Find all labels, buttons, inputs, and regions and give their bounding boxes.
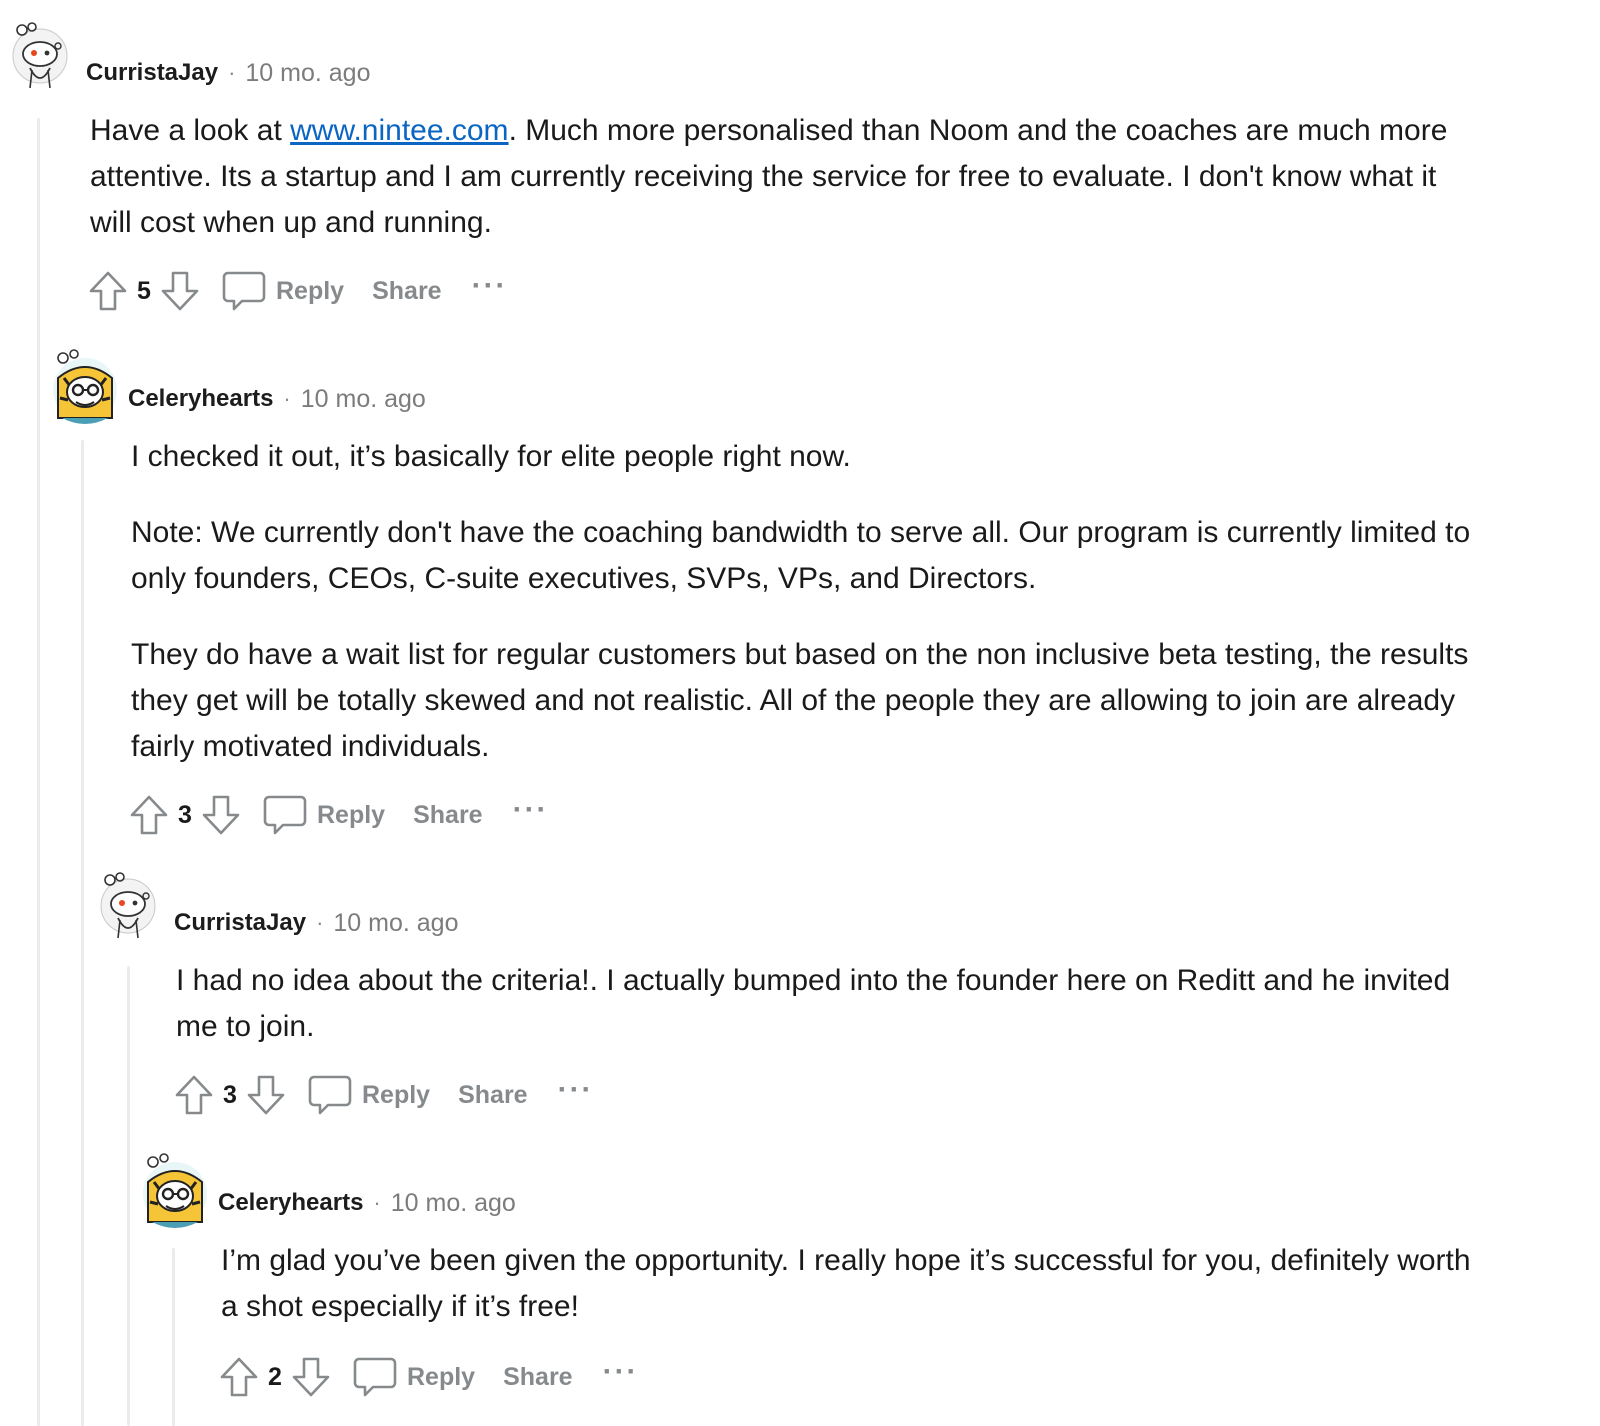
thread-line[interactable] [127,966,130,1426]
comment-body: I’m glad you’ve been given the opportuni… [221,1238,1481,1330]
comment-body: I had no idea about the criteria!. I act… [176,958,1476,1050]
comment-author[interactable]: CurristaJay [174,909,306,937]
comment-bubble-icon [308,1075,352,1115]
share-button[interactable]: Share [458,1081,527,1110]
downvote-icon[interactable] [289,1355,333,1399]
reddit-snoo-avatar-icon[interactable] [8,22,80,102]
comment-author[interactable]: Celeryhearts [218,1189,363,1217]
comment-paragraph: Note: We currently don't have the coachi… [131,516,1471,595]
vote-score: 3 [178,800,192,829]
upvote-icon[interactable] [172,1073,216,1117]
comment-actions: 5 Reply Share ··· [86,266,508,316]
reply-label: Reply [407,1362,476,1391]
comment-header: CurristaJay · 10 mo. ago [8,22,371,102]
comment-bubble-icon [353,1357,397,1397]
vote-score: 5 [137,276,151,305]
comment-timestamp[interactable]: 10 mo. ago [245,59,370,88]
reply-label: Reply [362,1080,431,1109]
comment-header: Celeryhearts · 10 mo. ago [140,1152,516,1232]
upvote-icon[interactable] [127,793,171,837]
more-options-icon[interactable]: ··· [472,271,508,301]
comment-bubble-icon [263,795,307,835]
reply-button[interactable]: Reply [222,270,344,312]
share-button[interactable]: Share [372,277,441,306]
comment-body: Have a look at www.nintee.com. Much more… [90,108,1470,246]
comment-paragraph: I checked it out, it’s basically for eli… [131,440,851,473]
comment-bubble-icon [222,271,266,311]
meta-separator: · [316,910,324,935]
comment-text: Have a look at [90,114,291,147]
comment-author[interactable]: CurristaJay [86,59,218,87]
external-link[interactable]: www.nintee.com [290,114,508,147]
comment-header: CurristaJay · 10 mo. ago [96,872,459,952]
reply-button[interactable]: Reply [308,1074,430,1116]
thread-line[interactable] [81,440,84,1426]
comment-actions: 2 Reply Share ··· [217,1352,639,1402]
comment-actions: 3 Reply Share ··· [172,1070,594,1120]
comment-paragraph: I had no idea about the criteria!. I act… [176,964,1451,1043]
comment-actions: 3 Reply Share ··· [127,790,549,840]
comment-timestamp[interactable]: 10 mo. ago [391,1189,516,1218]
downvote-icon[interactable] [199,793,243,837]
downvote-icon[interactable] [244,1073,288,1117]
comment-paragraph: I’m glad you’ve been given the opportuni… [221,1244,1471,1323]
reply-label: Reply [317,800,386,829]
comment-body: I checked it out, it’s basically for eli… [131,434,1471,770]
more-options-icon[interactable]: ··· [603,1357,639,1387]
tiger-costume-avatar-icon[interactable] [50,348,122,428]
share-button[interactable]: Share [413,801,482,830]
meta-separator: · [283,386,291,411]
comment-header: Celeryhearts · 10 mo. ago [50,348,426,428]
more-options-icon[interactable]: ··· [513,795,549,825]
downvote-icon[interactable] [158,269,202,313]
thread-line[interactable] [172,1248,175,1426]
comment-timestamp[interactable]: 10 mo. ago [301,385,426,414]
comment-timestamp[interactable]: 10 mo. ago [333,909,458,938]
upvote-icon[interactable] [86,269,130,313]
comment-paragraph: Have a look at www.nintee.com. Much more… [90,108,1470,246]
thread-line[interactable] [37,118,40,1426]
share-button[interactable]: Share [503,1363,572,1392]
vote-score: 3 [223,1080,237,1109]
upvote-icon[interactable] [217,1355,261,1399]
comment-paragraph: They do have a wait list for regular cus… [131,638,1469,763]
meta-separator: · [228,60,236,85]
tiger-costume-avatar-icon[interactable] [140,1152,212,1232]
meta-separator: · [373,1190,381,1215]
reddit-snoo-avatar-icon[interactable] [96,872,168,952]
reply-label: Reply [276,276,345,305]
more-options-icon[interactable]: ··· [558,1075,594,1105]
comment-author[interactable]: Celeryhearts [128,385,273,413]
reply-button[interactable]: Reply [263,794,385,836]
reply-button[interactable]: Reply [353,1356,475,1398]
comment-thread: CurristaJay · 10 mo. ago Have a look at … [0,0,1600,1426]
vote-score: 2 [268,1362,282,1391]
